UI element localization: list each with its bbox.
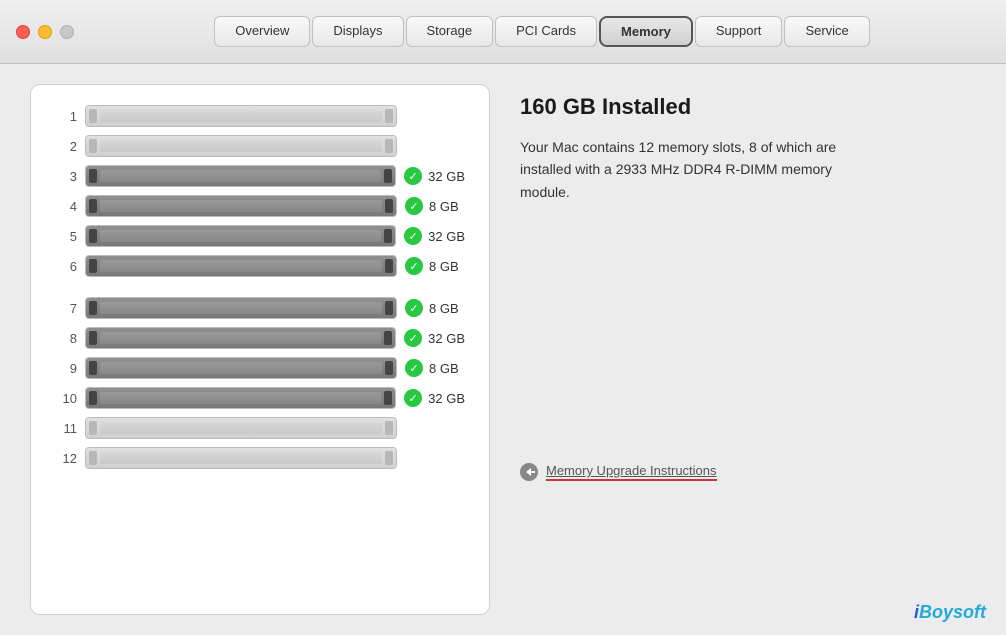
slot-number-9: 9	[55, 361, 77, 376]
tab-pci-cards[interactable]: PCI Cards	[495, 16, 597, 47]
check-icon-10: ✓	[404, 389, 422, 407]
slot-size-9: 8 GB	[429, 361, 459, 376]
slot-size-10: 32 GB	[428, 391, 465, 406]
maximize-button[interactable]	[60, 25, 74, 39]
slot-row-5: 5 ✓ 32 GB	[55, 225, 465, 247]
info-panel: 160 GB Installed Your Mac contains 12 me…	[520, 84, 976, 615]
slot-row-6: 6 ✓ 8 GB	[55, 255, 465, 277]
installed-label: Installed	[602, 94, 691, 119]
upgrade-link-icon	[520, 463, 538, 481]
check-icon-6: ✓	[405, 257, 423, 275]
slot-status-10: ✓ 32 GB	[404, 389, 465, 407]
tab-support[interactable]: Support	[695, 16, 783, 47]
slot-number-7: 7	[55, 301, 77, 316]
slot-bar-11	[85, 417, 397, 439]
slot-number-11: 11	[55, 421, 77, 436]
slot-number-8: 8	[55, 331, 77, 346]
slot-size-7: 8 GB	[429, 301, 459, 316]
slot-status-9: ✓ 8 GB	[405, 359, 465, 377]
slot-row-4: 4 ✓ 8 GB	[55, 195, 465, 217]
slot-bar-3	[85, 165, 396, 187]
slot-group-2: 7 ✓ 8 GB 8	[55, 297, 465, 469]
slot-bar-5	[85, 225, 396, 247]
watermark-rest: Boysoft	[919, 602, 986, 622]
tab-displays[interactable]: Displays	[312, 16, 403, 47]
upgrade-link-text[interactable]: Memory Upgrade Instructions	[546, 463, 717, 481]
info-description: Your Mac contains 12 memory slots, 8 of …	[520, 136, 880, 203]
slot-group-1: 1 2	[55, 105, 465, 277]
slot-row-1: 1	[55, 105, 465, 127]
check-icon-9: ✓	[405, 359, 423, 377]
close-button[interactable]	[16, 25, 30, 39]
total-gb: 160 GB	[520, 94, 596, 119]
main-content: 1 2	[0, 64, 1006, 635]
tab-storage[interactable]: Storage	[406, 16, 494, 47]
slot-number-12: 12	[55, 451, 77, 466]
check-icon-4: ✓	[405, 197, 423, 215]
slot-bar-8	[85, 327, 396, 349]
info-bottom: Memory Upgrade Instructions	[520, 463, 976, 481]
memory-slots-panel: 1 2	[30, 84, 490, 615]
slot-number-3: 3	[55, 169, 77, 184]
arrow-circle-icon	[520, 463, 538, 481]
slot-bar-9	[85, 357, 397, 379]
slot-status-4: ✓ 8 GB	[405, 197, 465, 215]
slot-status-5: ✓ 32 GB	[404, 227, 465, 245]
tab-memory[interactable]: Memory	[599, 16, 693, 47]
slot-size-3: 32 GB	[428, 169, 465, 184]
slot-row-10: 10 ✓ 32 GB	[55, 387, 465, 409]
slot-number-10: 10	[55, 391, 77, 406]
minimize-button[interactable]	[38, 25, 52, 39]
slot-row-12: 12	[55, 447, 465, 469]
traffic-lights	[16, 25, 74, 39]
slot-bar-7	[85, 297, 397, 319]
titlebar: Overview Displays Storage PCI Cards Memo…	[0, 0, 1006, 64]
slot-bar-12	[85, 447, 397, 469]
info-title: 160 GB Installed	[520, 94, 976, 120]
slot-number-2: 2	[55, 139, 77, 154]
slot-bar-2	[85, 135, 397, 157]
slot-bar-4	[85, 195, 397, 217]
slot-number-4: 4	[55, 199, 77, 214]
slot-size-5: 32 GB	[428, 229, 465, 244]
slot-row-11: 11	[55, 417, 465, 439]
slot-status-7: ✓ 8 GB	[405, 299, 465, 317]
slot-number-5: 5	[55, 229, 77, 244]
slot-number-6: 6	[55, 259, 77, 274]
slot-number-1: 1	[55, 109, 77, 124]
slot-status-3: ✓ 32 GB	[404, 167, 465, 185]
check-icon-5: ✓	[404, 227, 422, 245]
slot-row-7: 7 ✓ 8 GB	[55, 297, 465, 319]
tab-overview[interactable]: Overview	[214, 16, 310, 47]
slot-status-8: ✓ 32 GB	[404, 329, 465, 347]
check-icon-3: ✓	[404, 167, 422, 185]
slot-row-9: 9 ✓ 8 GB	[55, 357, 465, 379]
slot-size-8: 32 GB	[428, 331, 465, 346]
slot-row-2: 2	[55, 135, 465, 157]
slot-bar-1	[85, 105, 397, 127]
check-icon-8: ✓	[404, 329, 422, 347]
slot-size-4: 8 GB	[429, 199, 459, 214]
slot-size-6: 8 GB	[429, 259, 459, 274]
tab-bar: Overview Displays Storage PCI Cards Memo…	[94, 16, 990, 47]
slot-status-6: ✓ 8 GB	[405, 257, 465, 275]
check-icon-7: ✓	[405, 299, 423, 317]
slot-row-3: 3 ✓ 32 GB	[55, 165, 465, 187]
iboysoft-watermark: iBoysoft	[914, 602, 986, 623]
tab-service[interactable]: Service	[784, 16, 869, 47]
slot-bar-10	[85, 387, 396, 409]
slot-bar-6	[85, 255, 397, 277]
slot-row-8: 8 ✓ 32 GB	[55, 327, 465, 349]
